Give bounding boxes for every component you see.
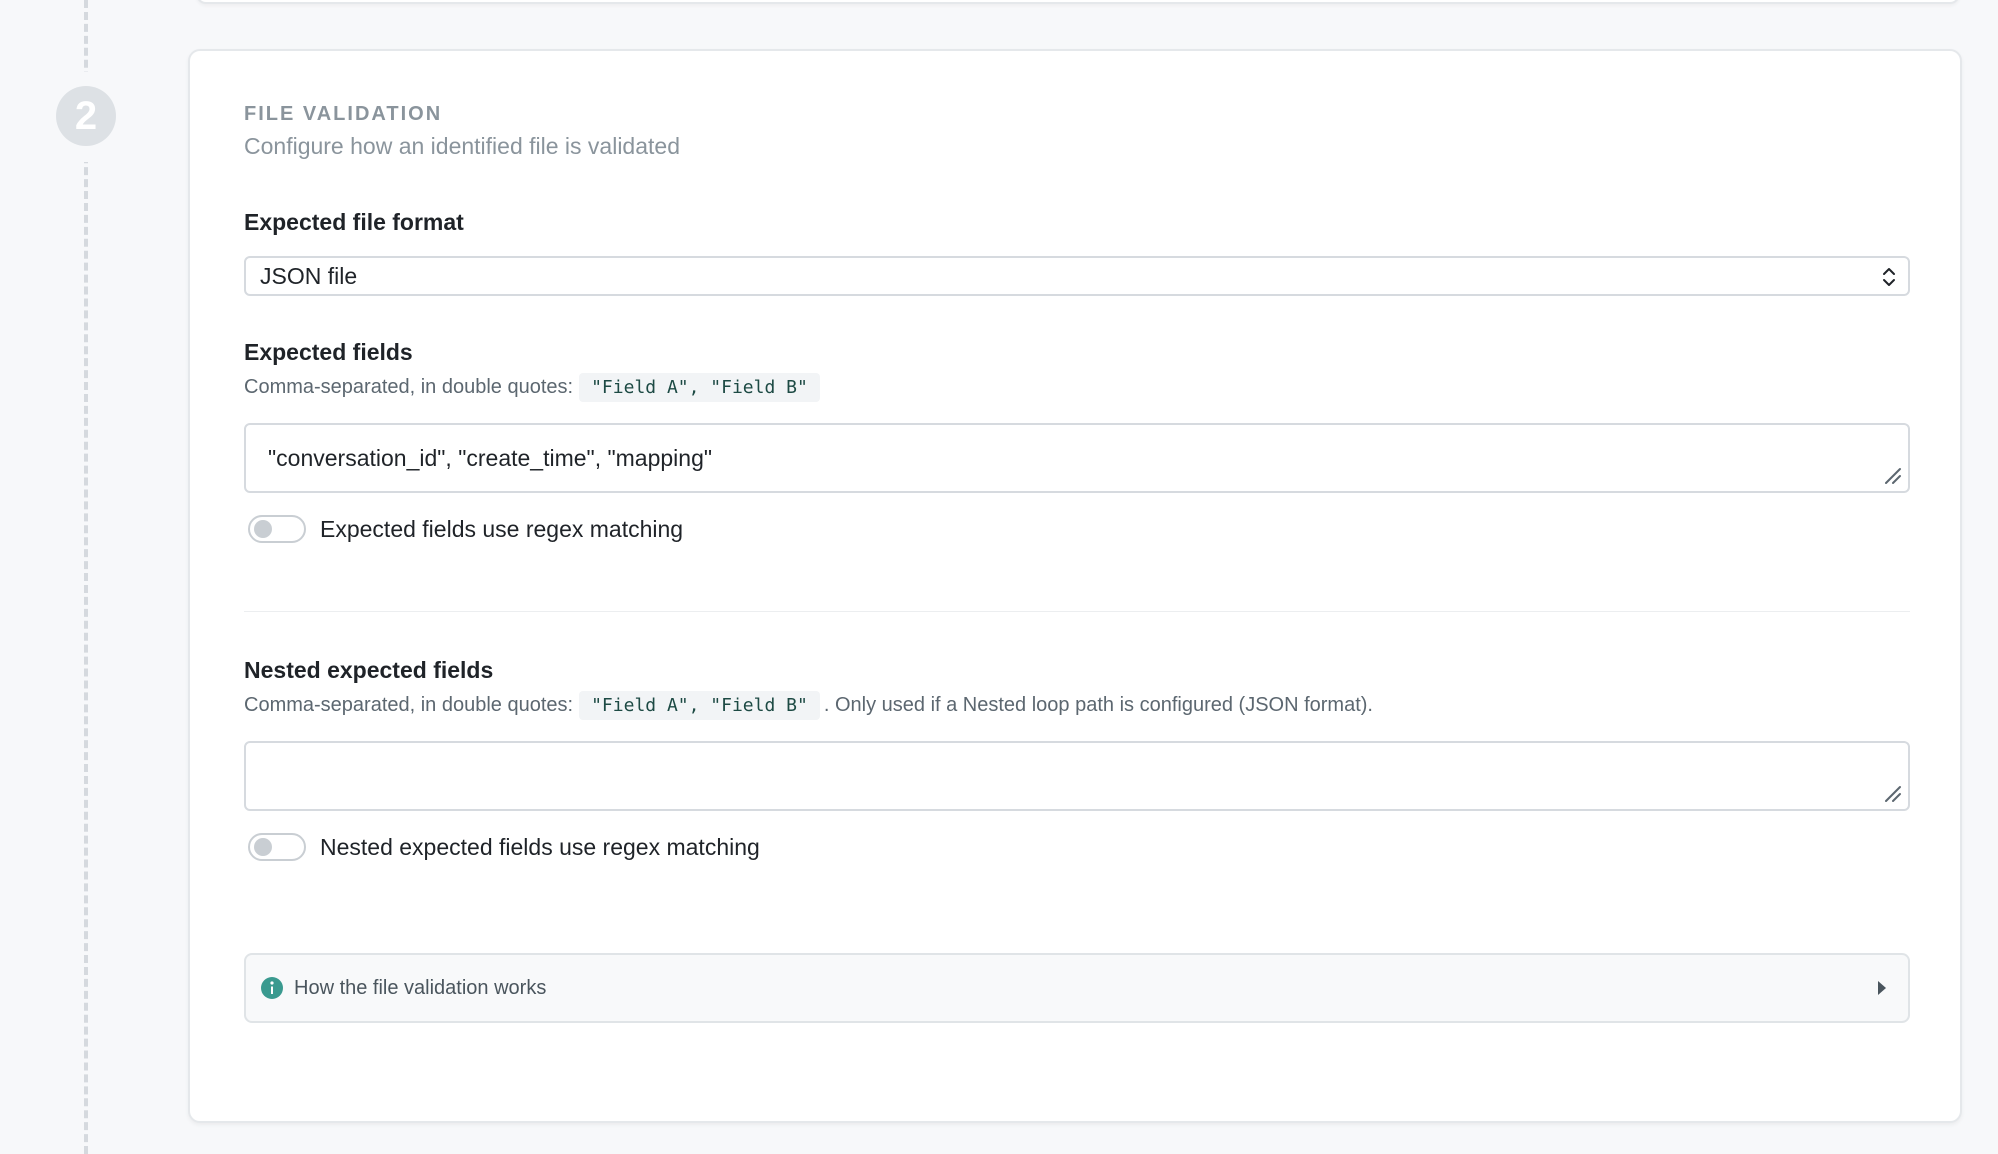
info-icon [261,977,283,999]
expected-fields-input[interactable]: "conversation_id", "create_time", "mappi… [244,423,1910,493]
expected-fields-value: "conversation_id", "create_time", "mappi… [268,444,713,471]
timeline-connector [84,0,88,1154]
expected-fields-regex-label: Expected fields use regex matching [320,515,684,542]
file-validation-card: FILE VALIDATION Configure how an identif… [188,49,1962,1123]
file-format-label: Expected file format [244,209,464,235]
nested-fields-label: Nested expected fields [244,657,494,683]
resize-handle-icon[interactable] [1884,785,1902,803]
section-subtitle: Configure how an identified file is vali… [244,133,680,159]
example-code: "Field A", "Field B" [579,373,820,402]
expected-fields-regex-row: Expected fields use regex matching [248,515,683,543]
section-divider [244,611,1910,612]
resize-handle-icon[interactable] [1884,467,1902,485]
nested-fields-help: Comma-separated, in double quotes: "Fiel… [244,691,1373,720]
nested-fields-regex-row: Nested expected fields use regex matchin… [248,833,760,861]
nested-fields-input[interactable] [244,741,1910,811]
expected-fields-help: Comma-separated, in double quotes: "Fiel… [244,373,824,402]
nested-fields-regex-label: Nested expected fields use regex matchin… [320,833,760,860]
step-number-badge: 2 [56,86,116,146]
example-code: "Field A", "Field B" [579,691,820,720]
expected-fields-label: Expected fields [244,339,413,365]
caret-right-icon [1878,981,1886,995]
file-validation-info-disclosure[interactable]: How the file validation works [244,953,1910,1023]
file-format-selected-value: JSON file [260,262,358,289]
chevron-up-down-icon [1883,268,1895,286]
expected-fields-regex-toggle[interactable] [248,515,306,543]
previous-step-card [196,0,1960,4]
nested-fields-regex-toggle[interactable] [248,833,306,861]
info-title: How the file validation works [294,976,547,999]
file-format-select[interactable]: JSON file [244,256,1910,296]
section-title: FILE VALIDATION [244,103,443,125]
